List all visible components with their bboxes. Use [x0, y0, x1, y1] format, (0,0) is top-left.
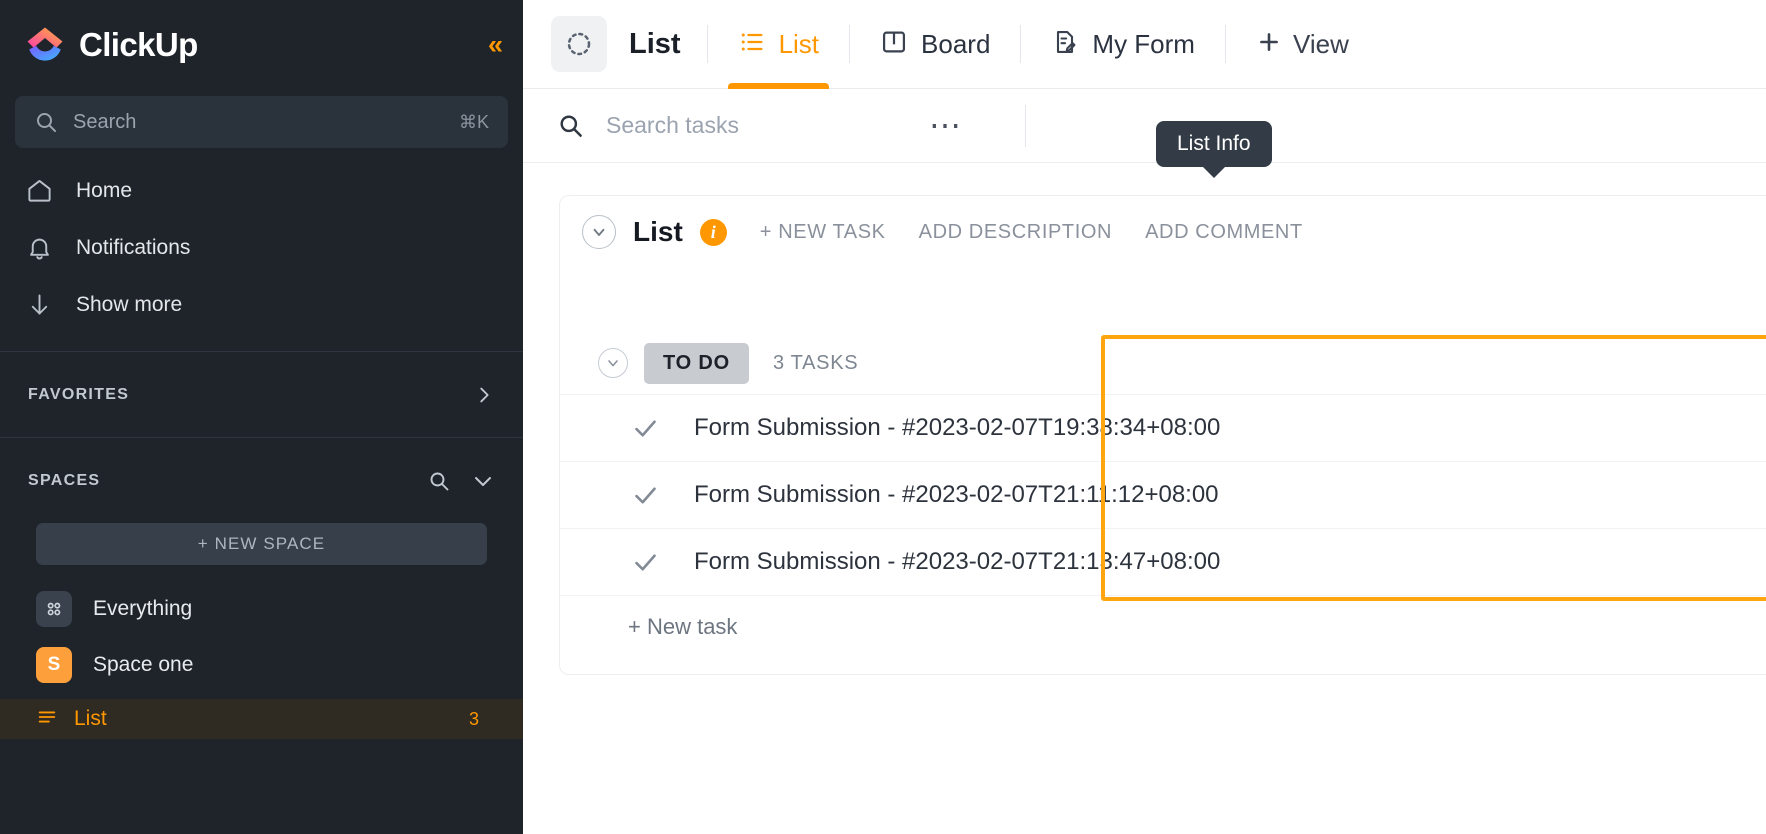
dotted-circle-icon[interactable] — [551, 16, 607, 72]
spaces-collapse-icon[interactable] — [471, 469, 495, 493]
sidebar-list-count: 3 — [468, 708, 479, 729]
chevron-down-circle-icon[interactable] — [598, 348, 628, 378]
grid-dots-icon — [36, 591, 72, 627]
new-space-label: + NEW SPACE — [197, 534, 326, 553]
favorites-section-header[interactable]: FAVORITES — [0, 352, 523, 437]
task-count-label: 3 TASKS — [772, 351, 859, 374]
chevron-down-circle-icon[interactable] — [582, 215, 616, 249]
check-icon[interactable] — [628, 415, 662, 442]
sidebar: ClickUp « Search ⌘K Home Notifications S… — [0, 0, 523, 834]
sidebar-item-label: Home — [76, 178, 133, 202]
toolbar-separator-3 — [1020, 25, 1022, 63]
sidebar-item-label: Show more — [76, 292, 183, 316]
view-topbar: List List Board My Form View — [523, 0, 1766, 89]
sidebar-item-notifications[interactable]: Notifications — [0, 219, 523, 276]
breadcrumb[interactable]: List — [629, 28, 681, 61]
table-row[interactable]: Form Submission - #2023-02-07T21:13:47+0… — [560, 528, 1766, 595]
searchbar-separator — [1024, 104, 1026, 147]
toolbar-separator — [706, 25, 708, 63]
list-info-tooltip: List Info — [1156, 121, 1272, 167]
tab-label: Board — [921, 28, 991, 59]
main-content: List List Board My Form View Search task… — [523, 0, 1766, 834]
brand-name: ClickUp — [79, 26, 198, 63]
search-icon[interactable] — [557, 112, 584, 139]
search-shortcut: ⌘K — [458, 111, 489, 132]
sidebar-item-list-active[interactable]: List 3 — [0, 699, 523, 739]
search-icon — [34, 110, 58, 134]
tab-my-form[interactable]: My Form — [1047, 0, 1199, 89]
sidebar-search-input[interactable]: Search ⌘K — [15, 96, 508, 148]
plus-icon — [1256, 29, 1282, 60]
list-card: List i + NEW TASK ADD DESCRIPTION ADD CO… — [559, 195, 1766, 675]
tab-label: My Form — [1092, 28, 1195, 59]
list-content: List i + NEW TASK ADD DESCRIPTION ADD CO… — [523, 163, 1766, 834]
sidebar-item-show-more[interactable]: Show more — [0, 276, 523, 333]
new-task-row[interactable]: + New task — [560, 595, 1766, 657]
space-avatar: S — [36, 647, 72, 683]
sidebar-item-home[interactable]: Home — [0, 162, 523, 219]
add-description-action[interactable]: ADD DESCRIPTION — [919, 221, 1112, 244]
task-title: Form Submission - #2023-02-07T21:11:12+0… — [694, 481, 1219, 508]
tab-board[interactable]: Board — [876, 0, 994, 89]
task-search-bar: Search tasks ⋯ — [523, 89, 1766, 163]
space-label: Space one — [93, 653, 194, 676]
table-row[interactable]: Form Submission - #2023-02-07T19:38:34+0… — [560, 394, 1766, 461]
list-icon — [36, 706, 58, 733]
status-badge[interactable]: TO DO — [644, 342, 749, 384]
chevron-right-icon[interactable] — [473, 384, 495, 406]
new-space-button[interactable]: + NEW SPACE — [36, 523, 487, 565]
check-icon[interactable] — [628, 482, 662, 509]
add-comment-action[interactable]: ADD COMMENT — [1145, 221, 1303, 244]
sidebar-collapse-icon[interactable]: « — [488, 31, 503, 59]
toolbar-separator-4 — [1224, 25, 1226, 63]
ellipsis-icon[interactable]: ⋯ — [929, 109, 963, 141]
add-view-label: View — [1292, 28, 1349, 59]
home-icon — [24, 177, 54, 204]
clickup-logo-icon — [27, 27, 63, 61]
page-title: List — [633, 216, 683, 247]
spaces-search-icon[interactable] — [427, 469, 451, 493]
sidebar-search-placeholder: Search — [73, 110, 137, 133]
spaces-title: SPACES — [28, 471, 101, 489]
arrow-down-icon — [24, 291, 54, 318]
sidebar-nav: Home Notifications Show more — [0, 148, 523, 351]
bell-icon — [24, 234, 54, 261]
spaces-section-header: SPACES — [0, 438, 523, 523]
task-title: Form Submission - #2023-02-07T19:38:34+0… — [694, 414, 1221, 441]
tab-label: List — [778, 28, 820, 59]
list-info-icon[interactable]: i — [699, 218, 727, 246]
form-view-icon — [1051, 28, 1079, 61]
sidebar-list-label: List — [74, 707, 107, 730]
list-header: List i + NEW TASK ADD DESCRIPTION ADD CO… — [560, 196, 1766, 268]
toolbar-separator-2 — [849, 25, 851, 63]
tab-list[interactable]: List — [727, 0, 830, 89]
brand-logo[interactable]: ClickUp — [24, 24, 198, 66]
list-view-icon — [738, 28, 766, 61]
sidebar-header: ClickUp « — [0, 0, 523, 90]
table-row[interactable]: Form Submission - #2023-02-07T21:11:12+0… — [560, 461, 1766, 528]
task-title: Form Submission - #2023-02-07T21:13:47+0… — [694, 548, 1221, 575]
space-label: Everything — [93, 597, 193, 620]
add-view-button[interactable]: View — [1252, 29, 1353, 60]
new-task-action[interactable]: + NEW TASK — [760, 221, 886, 244]
sidebar-item-everything[interactable]: Everything — [0, 581, 523, 637]
check-icon[interactable] — [628, 549, 662, 576]
favorites-title: FAVORITES — [28, 385, 130, 403]
sidebar-item-space-one[interactable]: S Space one — [0, 637, 523, 693]
sidebar-item-label: Notifications — [76, 235, 191, 259]
group-header-todo: TO DO 3 TASKS — [560, 332, 1766, 394]
new-task-label: + New task — [628, 613, 738, 639]
board-view-icon — [880, 28, 908, 61]
search-input[interactable]: Search tasks — [606, 112, 739, 139]
